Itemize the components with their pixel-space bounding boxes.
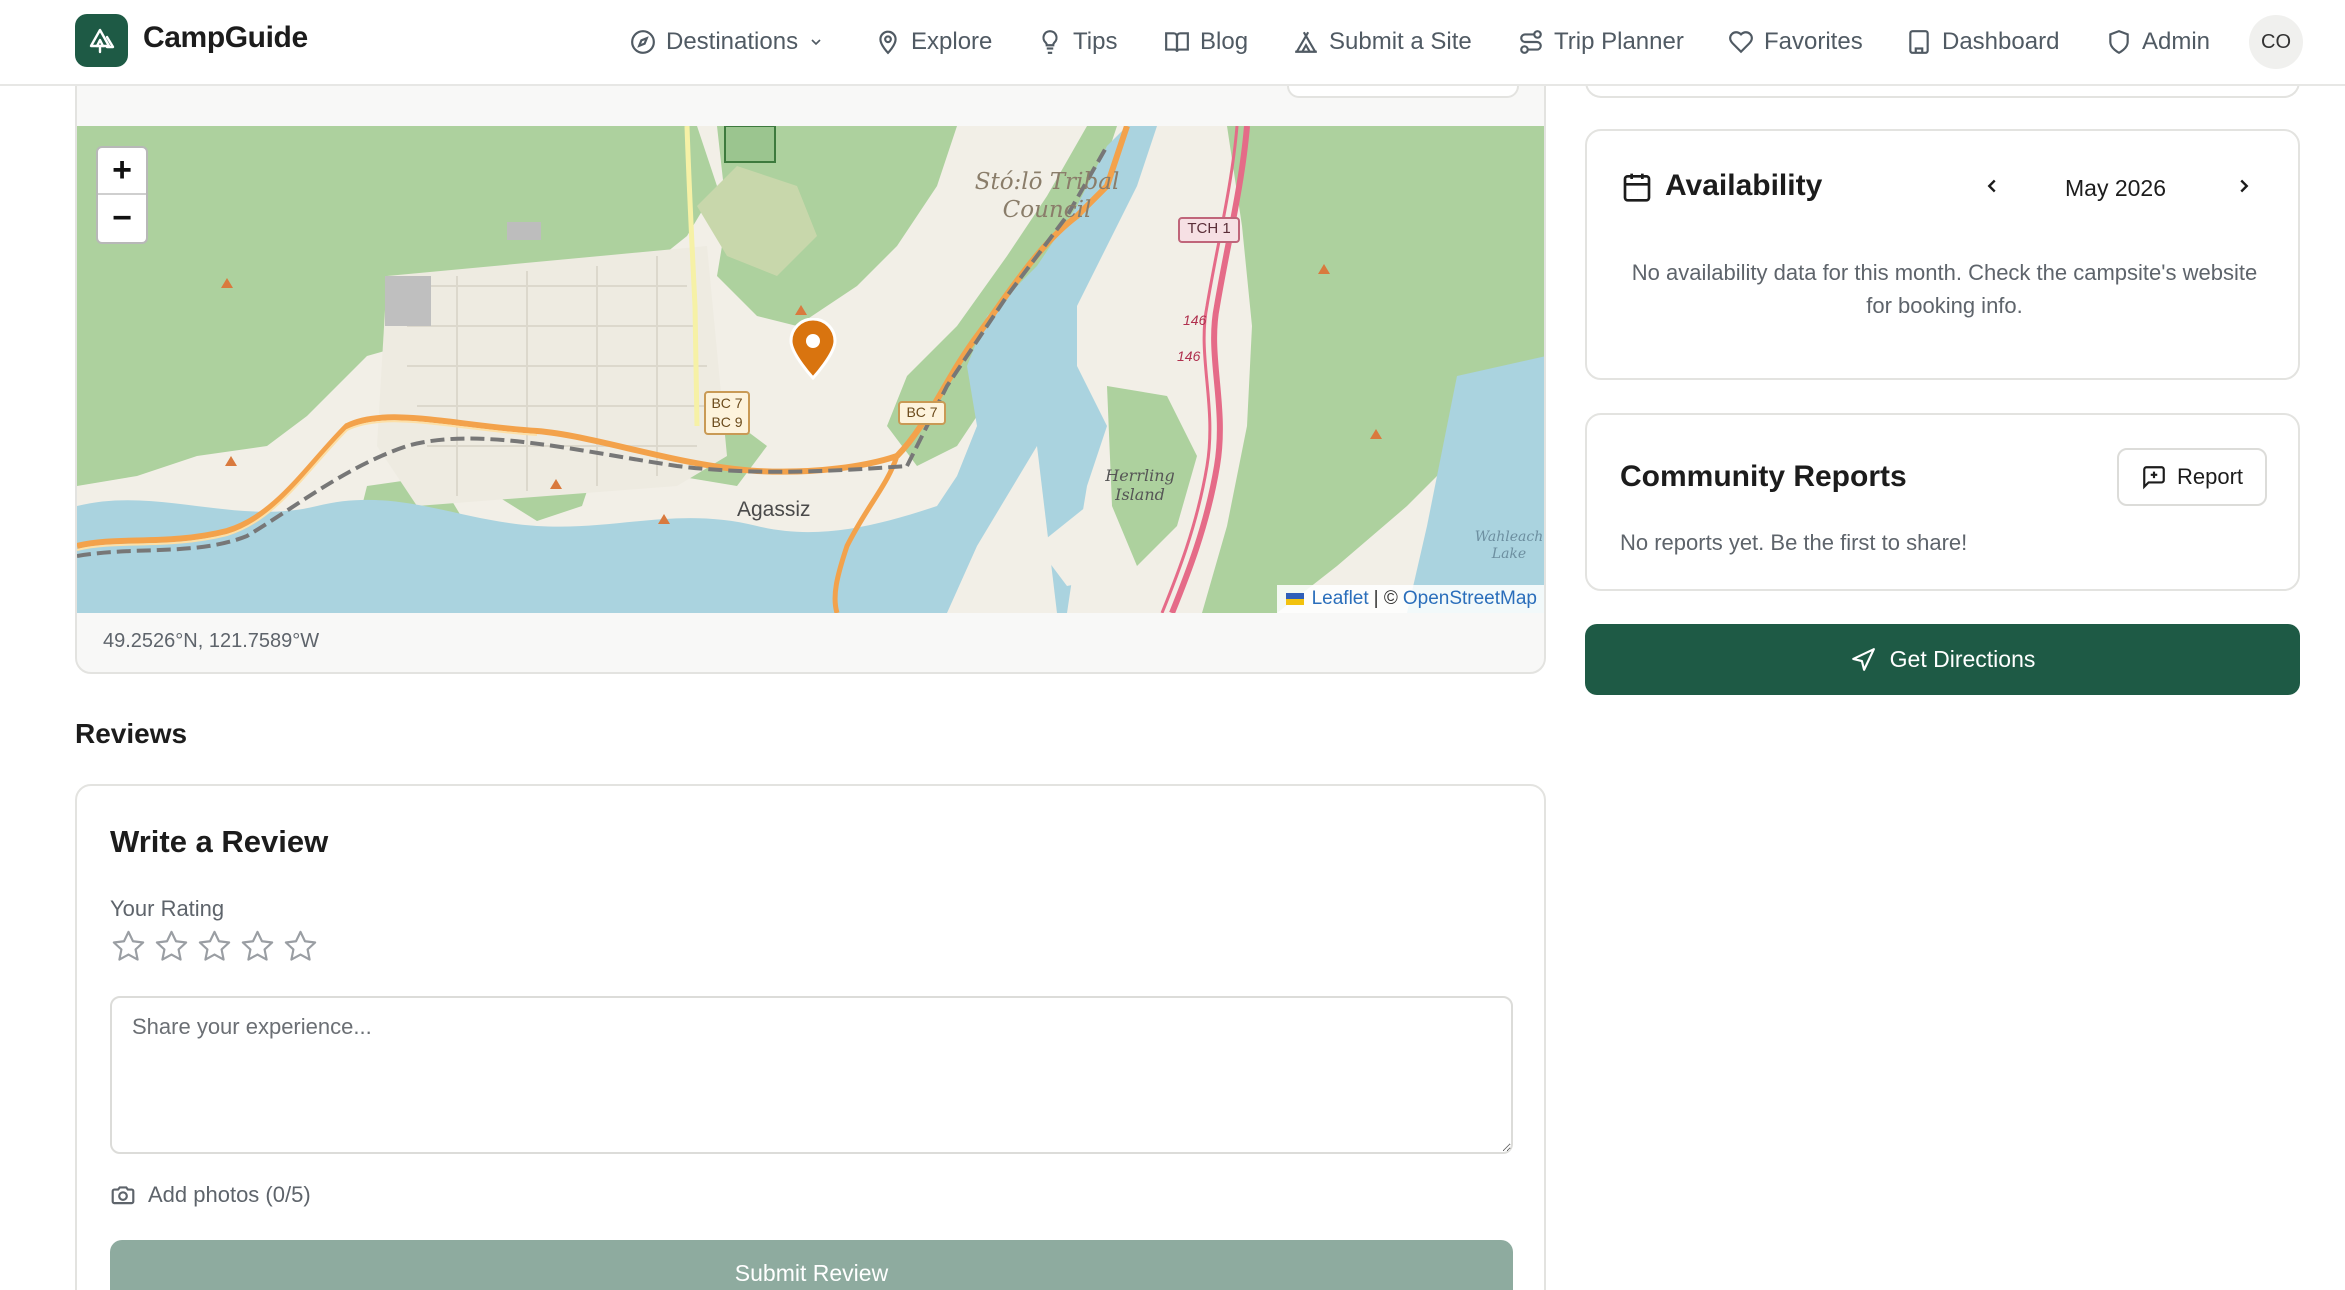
map-label-tribal-line1: Stó:lō Tribal bbox=[974, 169, 1120, 195]
nav-dashboard-label: Dashboard bbox=[1942, 28, 2060, 55]
write-review-card: Write a Review Your Rating Add photos (0… bbox=[75, 784, 1546, 1290]
star-icon[interactable] bbox=[239, 928, 276, 965]
star-icon[interactable] bbox=[196, 928, 233, 965]
map-label-lake-line2: Lake bbox=[1491, 546, 1527, 562]
nav-blog-label: Blog bbox=[1200, 28, 1249, 55]
map-label-island-line1: Herrling bbox=[1105, 466, 1175, 485]
star-rating bbox=[110, 928, 319, 965]
review-textarea[interactable] bbox=[110, 996, 1513, 1154]
map-shield-bc7-bc9: BC 7 BC 9 bbox=[705, 394, 749, 432]
community-reports-card: Community Reports Report No reports yet.… bbox=[1585, 413, 2300, 591]
nav-destinations[interactable]: Destinations bbox=[630, 24, 824, 60]
community-reports-message: No reports yet. Be the first to share! bbox=[1620, 530, 1968, 555]
nav-submit-site-label: Submit a Site bbox=[1329, 28, 1472, 55]
map-label-tribal-council: Stó:lō Tribal Council bbox=[947, 168, 1147, 224]
map-pin-icon bbox=[879, 30, 897, 55]
map-shield-bc7: BC 7 bbox=[711, 395, 743, 411]
top-navbar: CampGuide Destinations Explore Tips Blog… bbox=[0, 0, 2345, 86]
nav-dashboard[interactable]: Dashboard bbox=[1906, 24, 2059, 60]
location-marker-icon[interactable] bbox=[787, 318, 839, 380]
zoom-out-button[interactable]: − bbox=[98, 195, 146, 242]
map-label-lake-line1: Wahleach bbox=[1474, 529, 1544, 545]
zoom-in-button[interactable]: + bbox=[98, 148, 146, 195]
map-shield-bc9: BC 9 bbox=[711, 414, 743, 430]
nav-tips[interactable]: Tips bbox=[1037, 24, 1117, 60]
map-hwy-146-a: 146 bbox=[1183, 312, 1207, 328]
get-directions-label: Get Directions bbox=[1889, 646, 2036, 672]
compass-icon bbox=[631, 30, 655, 54]
lightbulb-icon bbox=[1042, 30, 1058, 54]
leaflet-link[interactable]: Leaflet bbox=[1312, 588, 1369, 610]
openstreetmap-link[interactable]: OpenStreetMap bbox=[1403, 588, 1537, 610]
chevron-right-icon bbox=[2240, 179, 2249, 193]
shield-icon bbox=[2109, 30, 2129, 55]
nav-submit-site[interactable]: Submit a Site bbox=[1293, 24, 1472, 60]
write-review-title: Write a Review bbox=[110, 824, 329, 859]
add-photos-label: Add photos (0/5) bbox=[148, 1182, 311, 1207]
nav-tips-label: Tips bbox=[1073, 28, 1118, 55]
availability-title: Availability bbox=[1665, 169, 1823, 202]
map-shield-bc7b: BC 7 bbox=[906, 404, 938, 420]
map-label-tribal-line2: Council bbox=[1002, 197, 1092, 223]
add-photos-button[interactable]: Add photos (0/5) bbox=[110, 1182, 311, 1208]
map-coordinates: 49.2526°N, 121.7589°W bbox=[103, 630, 320, 652]
map-label-island: Herrling Island bbox=[1095, 466, 1185, 504]
prev-month-button[interactable] bbox=[1975, 169, 2009, 203]
availability-card: Availability May 2026 No availability da… bbox=[1585, 129, 2300, 380]
message-square-plus-icon bbox=[2143, 466, 2165, 490]
nav-admin-label: Admin bbox=[2142, 28, 2211, 55]
next-month-button[interactable] bbox=[2227, 169, 2261, 203]
nav-favorites[interactable]: Favorites bbox=[1728, 24, 1863, 60]
availability-message: No availability data for this month. Che… bbox=[1631, 260, 2258, 318]
camera-icon bbox=[111, 1186, 135, 1205]
submit-review-button[interactable]: Submit Review bbox=[110, 1240, 1513, 1290]
map-shield-tch1: TCH 1 bbox=[1187, 220, 1231, 237]
heart-icon bbox=[1729, 31, 1753, 54]
chevron-down-icon bbox=[811, 39, 821, 46]
attribution-separator: | © bbox=[1373, 588, 1398, 609]
tent-icon bbox=[1295, 31, 1317, 53]
nav-trip-planner[interactable]: Trip Planner bbox=[1518, 24, 1684, 60]
star-icon[interactable] bbox=[110, 928, 147, 965]
navigation-icon bbox=[1851, 647, 1875, 671]
book-open-icon bbox=[1165, 32, 1189, 52]
current-month-label: May 2026 bbox=[2065, 175, 2167, 201]
get-directions-button[interactable]: Get Directions bbox=[1585, 624, 2300, 695]
user-avatar[interactable]: CO bbox=[2249, 15, 2303, 69]
ukraine-flag-icon bbox=[1285, 593, 1304, 605]
building-icon bbox=[1909, 30, 1929, 54]
calendar-icon bbox=[1623, 173, 1651, 202]
route-icon bbox=[1520, 30, 1542, 54]
chevron-left-icon bbox=[1987, 179, 1996, 193]
main-nav: Destinations Explore Tips Blog Submit a … bbox=[0, 0, 2345, 84]
nav-destinations-label: Destinations bbox=[666, 28, 799, 55]
map-label-lake: Wahleach Lake bbox=[1472, 529, 1544, 563]
reviews-heading: Reviews bbox=[75, 718, 188, 749]
location-map-card: Stó:lō Tribal Council Agassiz Herrling I… bbox=[75, 60, 1546, 674]
map-label-town: Agassiz bbox=[737, 498, 811, 521]
report-button-label: Report bbox=[2176, 464, 2244, 489]
map-view[interactable]: Stó:lō Tribal Council Agassiz Herrling I… bbox=[77, 126, 1544, 613]
star-icon[interactable] bbox=[282, 928, 319, 965]
rating-label: Your Rating bbox=[110, 896, 225, 921]
nav-favorites-label: Favorites bbox=[1764, 28, 1863, 55]
nav-admin[interactable]: Admin bbox=[2106, 24, 2210, 60]
nav-explore-label: Explore bbox=[911, 28, 993, 55]
map-attribution: Leaflet | © OpenStreetMap bbox=[1276, 585, 1544, 613]
star-icon[interactable] bbox=[153, 928, 190, 965]
map-hwy-146-b: 146 bbox=[1177, 348, 1201, 364]
nav-blog[interactable]: Blog bbox=[1164, 24, 1248, 60]
map-zoom-controls: + − bbox=[96, 146, 148, 244]
map-label-island-line2: Island bbox=[1115, 485, 1165, 504]
report-button[interactable]: Report bbox=[2117, 448, 2267, 506]
community-reports-title: Community Reports bbox=[1620, 460, 1907, 493]
nav-explore[interactable]: Explore bbox=[875, 24, 992, 60]
nav-trip-planner-label: Trip Planner bbox=[1554, 28, 1684, 55]
